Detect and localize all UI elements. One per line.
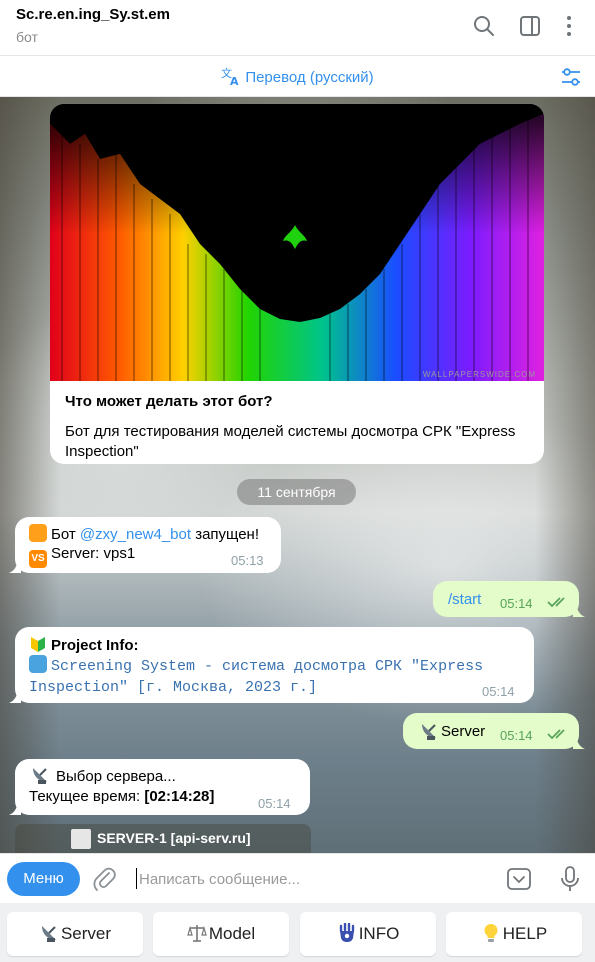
translate-bar[interactable]: 文 A Перевод (русский) xyxy=(0,57,595,97)
beginner-icon xyxy=(31,637,45,652)
message-input[interactable] xyxy=(139,868,479,890)
msg-started-suffix: запущен! xyxy=(191,526,260,543)
bot-cover-image: WALLPAPERSWIDE.COM xyxy=(50,104,544,381)
translate-label[interactable]: Перевод (русский) xyxy=(245,69,373,86)
bot-info-card: WALLPAPERSWIDE.COM Что может делать этот… xyxy=(50,104,544,464)
search-icon[interactable] xyxy=(472,14,496,38)
inline-button-label: SERVER-1 [api-serv.ru] xyxy=(97,830,251,846)
inline-button-server-1[interactable]: SERVER-1 [api-serv.ru] xyxy=(15,824,311,853)
image-watermark: WALLPAPERSWIDE.COM xyxy=(422,370,536,379)
project-info-heading: Project Info: xyxy=(51,637,139,654)
reply-button-label: Server xyxy=(60,924,112,943)
sidebar-toggle-icon[interactable] xyxy=(518,14,542,38)
chat-area[interactable]: WALLPAPERSWIDE.COM Что может делать этот… xyxy=(0,97,595,853)
reply-keyboard: Server Model INFO HELP xyxy=(0,903,595,962)
msg-started-prefix: Бот xyxy=(51,526,80,543)
chat-title: Sc.re.en.ing_Sy.st.em xyxy=(16,6,170,23)
light-bulb-icon xyxy=(484,924,498,942)
bot-mention-link[interactable]: @zxy_new4_bot xyxy=(80,526,191,543)
project-info-text: Screening System - система досмотра СРК … xyxy=(29,658,484,696)
server-command-text: Server xyxy=(441,723,486,740)
more-vertical-icon[interactable] xyxy=(557,14,581,38)
message-project-info[interactable]: Project Info: Screening System - система… xyxy=(9,627,534,703)
satellite-antenna-icon xyxy=(422,724,436,740)
reply-button-model[interactable]: Model xyxy=(153,912,289,956)
microphone-icon[interactable] xyxy=(559,865,581,893)
start-command-text[interactable]: /start xyxy=(448,590,481,610)
message-time: 05:13 xyxy=(231,553,264,568)
message-time: 05:14 xyxy=(500,728,533,743)
menu-button[interactable]: Меню xyxy=(7,862,80,896)
current-time-value: [02:14:28] xyxy=(144,788,215,805)
server-select-text: Выбор сервера... xyxy=(56,768,176,785)
translate-icon: 文 A xyxy=(221,66,239,88)
reply-button-info[interactable]: INFO xyxy=(300,912,436,956)
balance-scale-icon xyxy=(187,925,207,942)
message-start-command[interactable]: /start 05:14 xyxy=(433,581,585,617)
paperclip-icon[interactable] xyxy=(92,866,118,892)
satellite-antenna-icon xyxy=(33,768,47,784)
svg-text:A: A xyxy=(230,75,239,86)
xray-icon xyxy=(29,655,47,673)
bot-card-title: Что может делать этот бот? xyxy=(65,393,273,410)
reply-button-label: INFO xyxy=(358,924,400,943)
bot-keyboard-toggle-icon[interactable] xyxy=(506,866,532,892)
reply-button-help[interactable]: HELP xyxy=(446,912,582,956)
reply-button-label: HELP xyxy=(502,924,548,943)
chat-header[interactable]: Sc.re.en.ing_Sy.st.em бот xyxy=(0,0,595,56)
message-server-select[interactable]: Выбор сервера... Текущее время: [02:14:2… xyxy=(9,759,310,815)
sparkle-icon xyxy=(29,524,47,542)
message-time: 05:14 xyxy=(258,796,291,811)
message-time: 05:14 xyxy=(482,684,515,699)
text-cursor xyxy=(136,868,137,889)
bot-card-description: Бот для тестирования моделей системы дос… xyxy=(65,423,516,460)
date-separator: 11 сентября xyxy=(237,479,356,505)
msg-server-line: Server: vps1 xyxy=(51,545,136,562)
chat-subtitle: бот xyxy=(16,29,38,45)
translate-settings-icon[interactable] xyxy=(560,66,582,88)
reply-button-label: Model xyxy=(208,924,256,943)
hamsa-hand-icon xyxy=(339,923,354,942)
message-time: 05:14 xyxy=(500,596,533,611)
current-time-label: Текущее время: xyxy=(29,788,145,805)
checkbox-square-icon xyxy=(71,829,91,849)
message-bot-started[interactable]: Бот @zxy_new4_bot запущен! VS Server: vps… xyxy=(9,517,281,573)
reply-button-server[interactable]: Server xyxy=(7,912,143,956)
read-checkmarks-icon xyxy=(547,597,565,608)
read-checkmarks-icon xyxy=(547,729,565,740)
satellite-antenna-icon xyxy=(41,926,56,942)
message-server-command[interactable]: Server 05:14 xyxy=(403,713,585,749)
composer: Меню xyxy=(0,853,595,903)
vs-icon: VS xyxy=(29,550,47,568)
